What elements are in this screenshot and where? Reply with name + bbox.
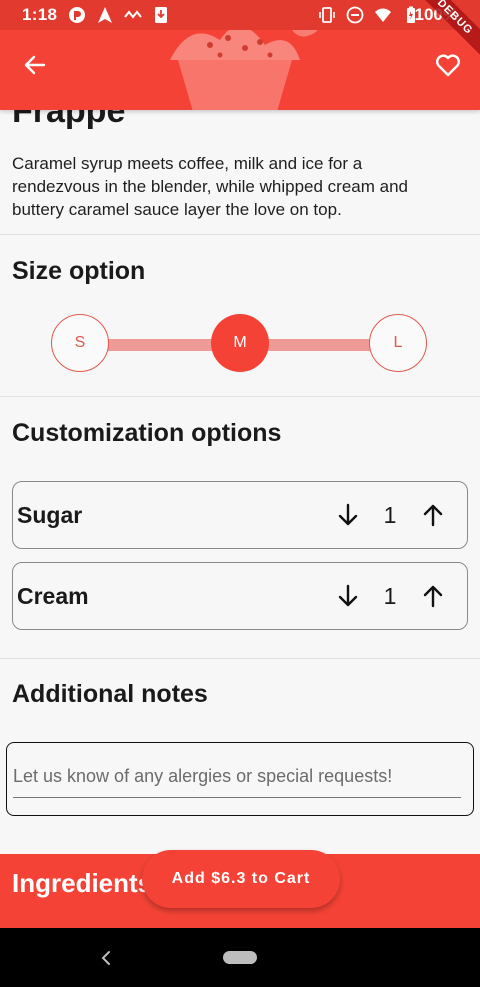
wifi-icon — [375, 8, 391, 22]
notes-section-title: Additional notes — [12, 680, 208, 708]
notes-input[interactable] — [13, 759, 461, 798]
system-back-button[interactable] — [96, 946, 116, 970]
navigation-icon — [98, 7, 112, 23]
system-nav-bar — [0, 928, 480, 987]
arrow-left-icon — [24, 55, 46, 75]
back-button[interactable] — [18, 48, 52, 82]
size-section-title: Size option — [12, 257, 146, 285]
frappe-hero-image — [170, 30, 318, 110]
status-bar: 1:18 100% — [0, 0, 480, 30]
status-left-icons — [68, 6, 170, 24]
status-right-icons — [318, 6, 420, 24]
decrease-sugar-button[interactable] — [333, 500, 363, 530]
increase-sugar-button[interactable] — [418, 500, 448, 530]
heart-outline-icon — [436, 54, 460, 77]
divider — [0, 658, 480, 659]
size-option-l[interactable]: L — [369, 314, 427, 372]
app-bar — [0, 30, 480, 110]
download-icon — [155, 7, 167, 23]
decrease-cream-button[interactable] — [333, 581, 363, 611]
arrow-up-icon — [423, 585, 443, 608]
status-time: 1:18 — [22, 5, 58, 24]
product-description: Caramel syrup meets coffee, milk and ice… — [12, 154, 408, 219]
cream-quantity: 1 — [383, 583, 397, 609]
system-home-pill[interactable] — [223, 951, 257, 964]
arrow-down-icon — [338, 584, 358, 607]
do-not-disturb-icon — [346, 6, 364, 24]
chevron-left-icon — [101, 951, 110, 965]
customization-label: Cream — [17, 583, 89, 609]
notes-field-container — [6, 742, 474, 816]
customization-section-title: Customization options — [12, 419, 282, 447]
sugar-quantity: 1 — [383, 502, 397, 528]
arrow-down-icon — [338, 503, 358, 526]
signal-squiggle-icon — [124, 10, 142, 19]
increase-cream-button[interactable] — [418, 581, 448, 611]
customization-item-cream: Cream 1 — [12, 562, 468, 630]
arrow-up-icon — [423, 504, 443, 527]
divider — [0, 234, 480, 235]
ingredients-title: Ingredients — [12, 868, 153, 898]
favorite-button[interactable] — [430, 48, 466, 82]
app-notification-icon — [69, 7, 85, 23]
customization-label: Sugar — [17, 502, 83, 528]
divider — [0, 396, 480, 397]
size-option-m[interactable]: M — [211, 314, 269, 372]
customization-item-sugar: Sugar 1 — [12, 481, 468, 549]
size-option-s[interactable]: S — [51, 314, 109, 372]
add-to-cart-button[interactable]: Add $6.3 to Cart — [142, 850, 340, 908]
vibrate-icon — [319, 7, 335, 23]
